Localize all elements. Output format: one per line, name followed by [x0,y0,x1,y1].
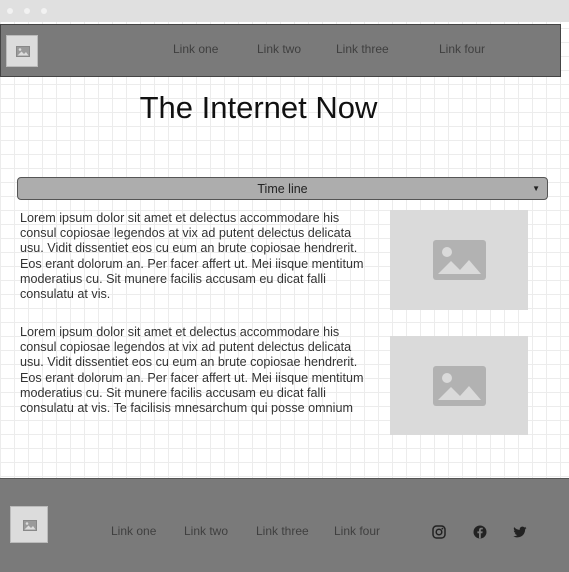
footer-nav-link-one[interactable]: Link one [111,524,156,538]
footer-nav-link-three[interactable]: Link three [256,524,309,538]
image-icon [16,46,30,57]
header-nav-link-four[interactable]: Link four [439,42,485,56]
footer-nav-link-two[interactable]: Link two [184,524,228,538]
image-placeholder-icon [433,366,486,406]
facebook-icon[interactable] [473,525,487,539]
site-header: Link one Link two Link three Link four [0,24,561,77]
timeline-dropdown-label: Time line [257,182,308,196]
caret-down-icon: ▼ [532,184,540,193]
footer-nav-link-four[interactable]: Link four [334,524,380,538]
twitter-icon[interactable] [513,525,527,539]
site-footer: Link one Link two Link three Link four [0,478,569,572]
page-title: The Internet Now [139,90,378,125]
header-nav-link-two[interactable]: Link two [257,42,301,56]
instagram-icon[interactable] [432,525,446,539]
footer-logo[interactable] [10,506,48,543]
image-placeholder-icon [433,240,486,280]
image-placeholder-2 [390,336,528,435]
timeline-dropdown[interactable]: Time line ▼ [17,177,548,200]
image-icon [23,520,37,531]
header-logo[interactable] [6,35,38,67]
content-paragraph-1: Lorem ipsum dolor sit amet et delectus a… [20,211,364,302]
image-placeholder-1 [390,210,528,310]
header-nav-link-three[interactable]: Link three [336,42,389,56]
content-paragraph-2: Lorem ipsum dolor sit amet et delectus a… [20,325,364,416]
close-window-dot[interactable] [7,8,13,14]
maximize-window-dot[interactable] [41,8,47,14]
minimize-window-dot[interactable] [24,8,30,14]
window-titlebar [0,0,569,22]
header-nav-link-one[interactable]: Link one [173,42,218,56]
